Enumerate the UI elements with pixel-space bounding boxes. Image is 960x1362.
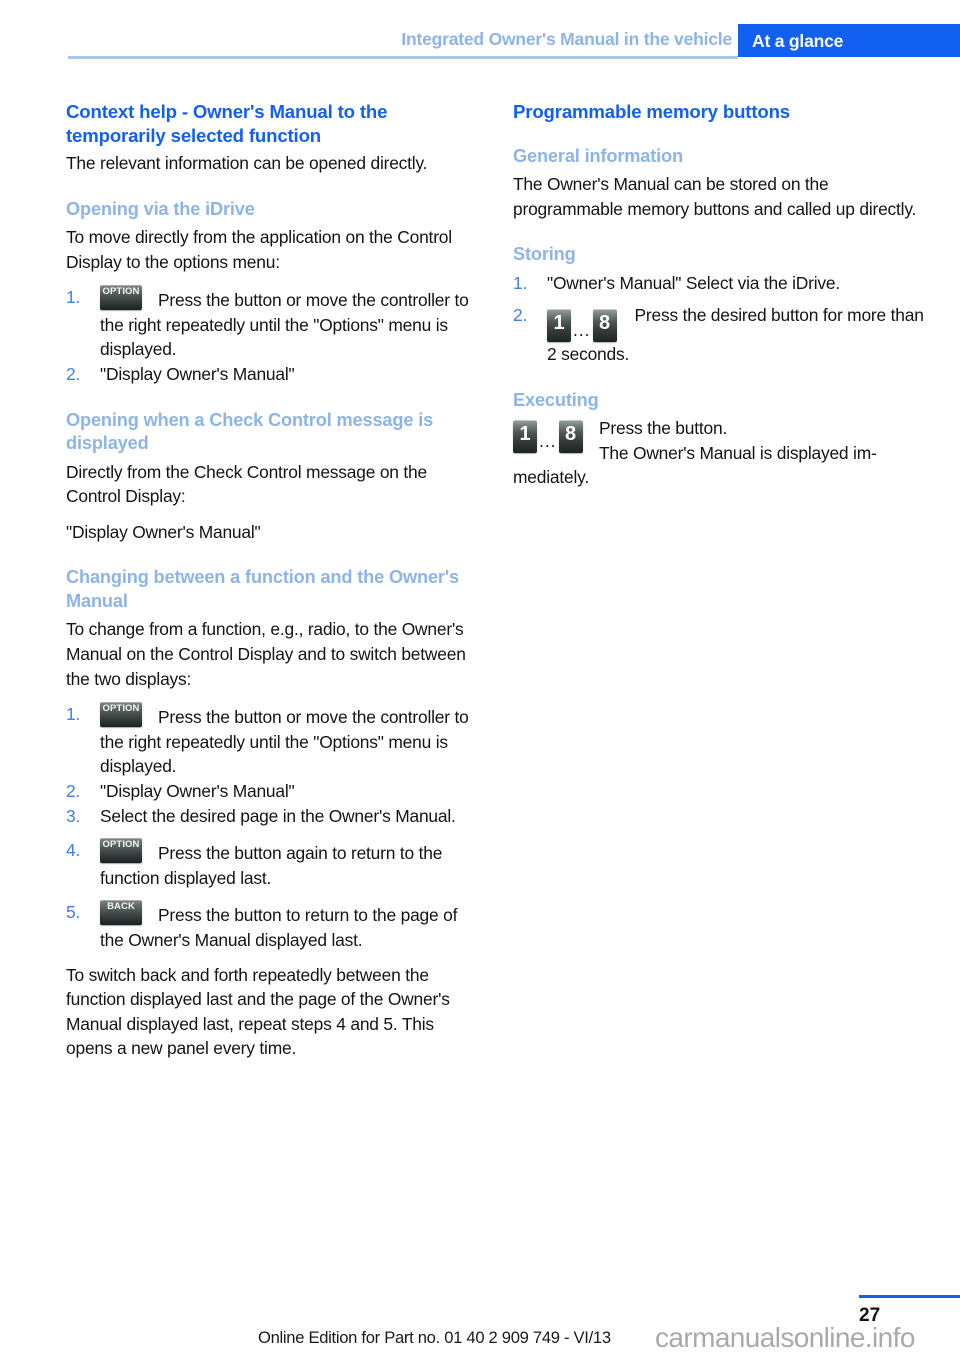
step-text: Press the button or move the controller …	[100, 290, 469, 360]
heading-general-information: General information	[513, 145, 683, 166]
footer-rule	[859, 1295, 960, 1298]
step-number: 1.	[513, 272, 528, 293]
heading-executing: Executing	[513, 389, 599, 410]
step-text: Press the button again to return to the …	[100, 843, 443, 888]
back-button-icon: BACK	[100, 900, 142, 926]
step-number: 4.	[66, 840, 81, 861]
memory-button-1-icon: 1	[547, 309, 571, 343]
step-number: 3.	[66, 805, 81, 826]
changing-lead-paragraph: To change from a function, e.g., radio, …	[66, 619, 466, 689]
step-number: 2.	[66, 781, 81, 801]
list-item: 3. Select the desired page in the Owner'…	[66, 804, 480, 829]
memory-buttons-icon: 1 ... 8	[547, 309, 617, 343]
step-text: Press the button or move the controller …	[100, 707, 469, 777]
list-item: 1. OPTION Press the button or move the c…	[66, 285, 480, 362]
storing-steps-list: 1. "Owner's Manual" Select via the iDriv…	[513, 271, 927, 367]
option-button-icon: OPTION	[100, 702, 142, 728]
step-text: Select the desired page in the Owner's M…	[100, 805, 456, 826]
step-text: "Display Owner's Manual"	[100, 781, 295, 801]
section-tab-label: At a glance	[752, 31, 844, 51]
step-number: 2.	[66, 364, 81, 385]
page-title: Context help - Owner's Manual to the tem…	[66, 101, 388, 146]
memory-button-1-icon: 1	[513, 420, 537, 454]
step-number: 1.	[66, 704, 81, 725]
section-tab: At a glance	[738, 24, 960, 57]
memory-button-8-icon: 8	[592, 309, 617, 343]
check-control-body-paragraph: "Display Owner's Manual"	[66, 521, 261, 542]
list-item: 1. OPTION Press the button or move the c…	[66, 702, 480, 779]
executing-line-3: mediately.	[513, 467, 589, 488]
heading-opening-check-control: Opening when a Check Control message is …	[66, 409, 434, 454]
right-column: Programmable memory buttons General info…	[513, 100, 927, 490]
list-item: 2. "Display Owner's Manual"	[66, 779, 480, 804]
step-number: 2.	[513, 305, 528, 326]
executing-block: 1 ... 8 Press the button. The Owner's Ma…	[513, 416, 927, 490]
list-item: 2. "Display Owner's Manual"	[66, 362, 480, 387]
page-header: Integrated Owner's Manual in the vehicle…	[0, 0, 960, 60]
general-information-paragraph: The Owner's Manual can be stored on the …	[513, 174, 917, 219]
idrive-lead-paragraph: To move directly from the application on…	[66, 227, 452, 272]
header-underline	[68, 56, 738, 59]
option-button-icon: OPTION	[100, 285, 142, 311]
step-text: "Display Owner's Manual"	[100, 364, 295, 385]
memory-button-8-icon: 8	[558, 420, 583, 454]
intro-paragraph: The relevant information can be opened d…	[66, 153, 428, 173]
heading-storing: Storing	[513, 244, 576, 265]
list-item: 1. "Owner's Manual" Select via the iDriv…	[513, 271, 927, 296]
heading-changing-between-function: Changing between a function and the Owne…	[66, 567, 459, 611]
right-page-title: Programmable memory buttons	[513, 101, 790, 122]
list-item: 4. OPTION Press the button again to retu…	[66, 838, 480, 890]
watermark-text: carmanualsonline.info	[655, 1322, 915, 1353]
step-text: "Owner's Manual" Select via the iDrive.	[547, 272, 840, 293]
step-number: 1.	[66, 287, 81, 308]
step-number: 5.	[66, 902, 81, 923]
memory-range-dots: ...	[573, 320, 591, 341]
changing-steps-list: 1. OPTION Press the button or move the c…	[66, 702, 480, 952]
check-control-lead-paragraph: Directly from the Check Control message …	[66, 461, 427, 507]
footer-edition-text: Online Edition for Part no. 01 40 2 909 …	[258, 1328, 611, 1347]
idrive-steps-list: 1. OPTION Press the button or move the c…	[66, 285, 480, 386]
heading-opening-via-idrive: Opening via the iDrive	[66, 198, 255, 219]
list-item: 2. 1 ... 8 Press the desired button for …	[513, 303, 927, 367]
changing-closing-paragraph: To switch back and forth repeatedly betw…	[66, 964, 450, 1059]
memory-range-dots: ...	[539, 431, 557, 452]
memory-buttons-icon: 1 ... 8	[513, 420, 583, 454]
left-column: Context help - Owner's Manual to the tem…	[66, 100, 480, 1061]
list-item: 5. BACK Press the button to return to th…	[66, 900, 480, 952]
breadcrumb: Integrated Owner's Manual in the vehicle	[401, 29, 732, 49]
option-button-icon: OPTION	[100, 838, 142, 864]
step-text: Press the button to return to the page o…	[100, 905, 458, 950]
